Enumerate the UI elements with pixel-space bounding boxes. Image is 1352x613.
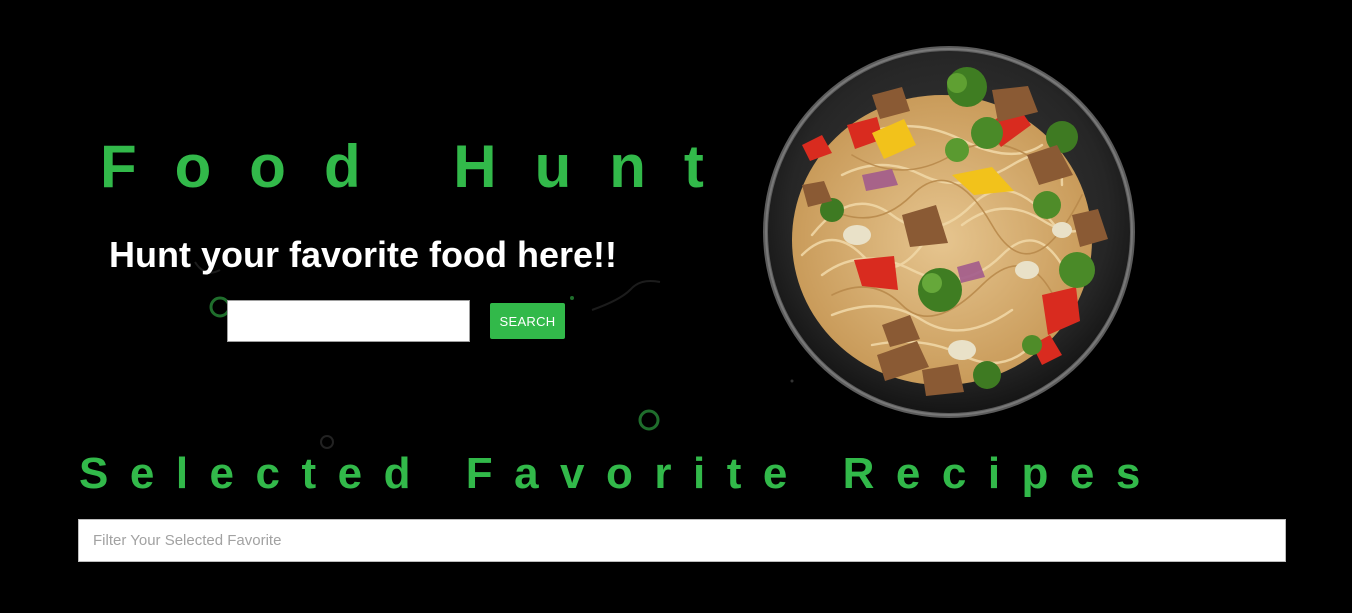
- page: Food Hunt Hunt your favorite food here!!…: [0, 0, 1352, 613]
- search-button[interactable]: SEARCH: [490, 303, 565, 339]
- squiggle-decoration-icon: [591, 280, 661, 311]
- dot-decoration-icon: [570, 296, 574, 300]
- noodle-dish-image: [763, 46, 1135, 418]
- hero-tagline: Hunt your favorite food here!!: [109, 234, 618, 275]
- favorites-section-title: Selected Favorite Recipes: [79, 449, 1162, 498]
- favorites-filter-input[interactable]: [78, 519, 1286, 562]
- brand-title: Food Hunt: [100, 133, 742, 200]
- ring-decoration-icon: [638, 409, 660, 431]
- search-input[interactable]: [227, 300, 470, 342]
